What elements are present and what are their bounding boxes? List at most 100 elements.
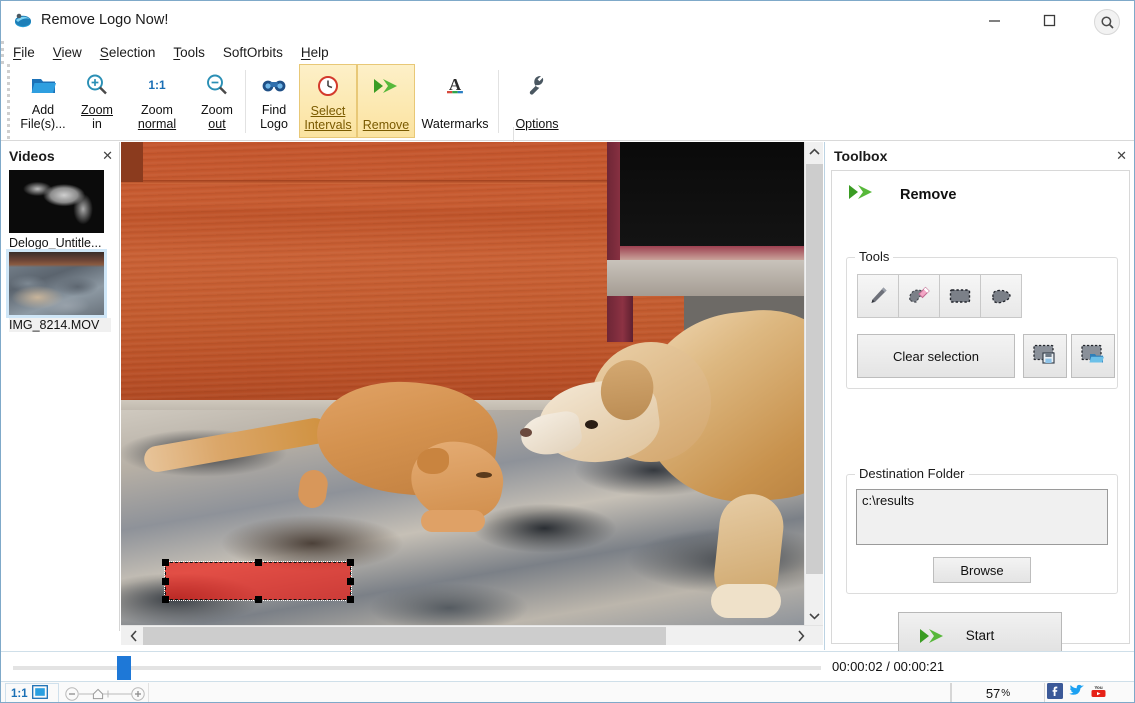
list-item[interactable]: Delogo_Untitle... [1, 170, 119, 250]
select-intervals-label: SelectIntervals [300, 104, 356, 132]
menu-view-rest: iew [62, 45, 82, 60]
ribbon-separator-1 [245, 70, 246, 133]
zoom-out-label: Zoomout [192, 103, 242, 131]
youtube-icon[interactable]: You [1090, 683, 1107, 703]
selection-handle-w[interactable] [162, 578, 169, 585]
canvas-horizontal-scrollbar[interactable] [121, 625, 823, 645]
green-double-arrow-icon [371, 70, 401, 102]
toolbox-mode-row: Remove [832, 171, 1129, 208]
add-files-button[interactable]: AddFile(s)... [14, 64, 72, 138]
photo-cat-paws [421, 510, 485, 532]
photo-wall-left [121, 142, 143, 182]
selection-handle-e[interactable] [347, 578, 354, 585]
one-to-one-icon: 1:1 [148, 69, 165, 101]
close-icon[interactable]: ✕ [1116, 148, 1127, 164]
browse-label: Browse [960, 563, 1003, 578]
vertical-scrollbar-thumb[interactable] [806, 164, 823, 574]
zoom-normal-label: Zoomnormal [122, 103, 192, 131]
zoom-in-button[interactable]: Zoomin [72, 64, 122, 138]
menu-item-softorbits[interactable]: SoftOrbits [214, 43, 292, 62]
selection-handle-n[interactable] [255, 559, 262, 566]
photo-doorway [620, 142, 804, 252]
facebook-icon[interactable] [1047, 683, 1063, 703]
menu-item-selection[interactable]: Selection [91, 43, 165, 62]
remove-button[interactable]: Remove [357, 64, 415, 138]
chevron-right-icon[interactable] [791, 626, 811, 646]
video-frame-image[interactable] [121, 142, 804, 625]
load-selection-button[interactable] [1071, 334, 1115, 378]
chevron-up-icon[interactable] [805, 142, 824, 161]
zoom-in-label: Zoomin [72, 103, 122, 131]
minimize-button[interactable] [972, 5, 1016, 35]
videos-sidebar: Videos ✕ Delogo_Untitle... IMG_8214.MOV [1, 142, 120, 631]
horizontal-scrollbar-thumb[interactable] [143, 627, 666, 645]
video-preview-canvas[interactable] [121, 142, 823, 631]
watermarks-button[interactable]: A Watermarks [415, 64, 495, 138]
photo-dog-nose [520, 428, 532, 437]
photo-dog-eye [585, 420, 598, 429]
lasso-select-tool-button[interactable] [980, 274, 1022, 318]
maximize-button[interactable] [1027, 5, 1071, 35]
photo-cat-ear [417, 448, 449, 474]
zoom-ratio-indicator[interactable]: 1:1 [5, 683, 59, 703]
tools-group: Tools [846, 257, 1118, 389]
twitter-icon[interactable] [1068, 683, 1085, 703]
timeline-track[interactable] [13, 666, 821, 670]
zoom-normal-button[interactable]: 1:1 Zoomnormal [122, 64, 192, 138]
video-thumbnail[interactable] [9, 252, 104, 315]
destination-folder-label: Destination Folder [855, 466, 969, 481]
selection-handle-s[interactable] [255, 596, 262, 603]
save-selection-icon [1031, 342, 1059, 371]
menu-item-file[interactable]: File [4, 43, 44, 62]
app-logo-icon [13, 10, 33, 30]
zoom-slider[interactable] [61, 683, 149, 703]
chevron-down-icon[interactable] [805, 606, 824, 625]
selection-handle-ne[interactable] [347, 559, 354, 566]
fit-to-window-icon[interactable] [32, 685, 48, 702]
green-double-arrow-icon [846, 181, 876, 208]
menu-item-view[interactable]: View [44, 43, 91, 62]
toolbox-body: Remove Tools [831, 170, 1130, 644]
video-thumbnail[interactable] [9, 170, 104, 233]
browse-button[interactable]: Browse [933, 557, 1031, 583]
save-selection-button[interactable] [1023, 334, 1067, 378]
wrench-icon [525, 69, 549, 101]
menu-item-help[interactable]: Help [292, 43, 338, 62]
rectangle-select-tool-button[interactable] [939, 274, 981, 318]
application-window: Remove Logo Now! File View Selection Too… [0, 0, 1135, 703]
letter-a-icon: A [442, 69, 468, 101]
selection-handle-nw[interactable] [162, 559, 169, 566]
clock-icon [316, 70, 340, 102]
close-icon[interactable]: ✕ [102, 148, 113, 164]
zoom-out-button[interactable]: Zoomout [192, 64, 242, 138]
menu-item-tools[interactable]: Tools [164, 43, 214, 62]
timeline-playhead[interactable] [117, 656, 131, 680]
list-item[interactable]: IMG_8214.MOV [1, 252, 119, 332]
canvas-vertical-scrollbar[interactable] [804, 142, 823, 625]
select-intervals-button[interactable]: SelectIntervals [299, 64, 357, 138]
destination-folder-group: Destination Folder c:\results Browse [846, 474, 1118, 594]
selection-handle-se[interactable] [347, 596, 354, 603]
zoom-in-icon [84, 69, 110, 101]
zoom-percent-indicator: 57% [951, 683, 1045, 703]
load-selection-icon [1079, 342, 1107, 371]
eraser-tool-button[interactable] [898, 274, 940, 318]
binoculars-icon [261, 69, 287, 101]
pencil-tool-button[interactable] [857, 274, 899, 318]
window-title: Remove Logo Now! [41, 12, 168, 28]
photo-cat-eye [476, 472, 492, 478]
menu-help-rest: elp [311, 45, 329, 60]
videos-sidebar-header: Videos ✕ [1, 142, 119, 170]
find-logo-button[interactable]: FindLogo [249, 64, 299, 138]
zoom-out-icon [204, 69, 230, 101]
menu-selection-rest: election [109, 45, 156, 60]
video-timeline[interactable]: 00:00:02 / 00:00:21 [1, 651, 1135, 681]
destination-folder-input[interactable]: c:\results [856, 489, 1108, 545]
clear-selection-button[interactable]: Clear selection [857, 334, 1015, 378]
selection-handle-sw[interactable] [162, 596, 169, 603]
search-icon[interactable] [1094, 9, 1120, 35]
add-files-label: AddFile(s)... [14, 103, 72, 131]
find-logo-label: FindLogo [249, 103, 299, 131]
red-selection-rectangle[interactable] [165, 562, 351, 600]
chevron-left-icon[interactable] [124, 626, 144, 646]
